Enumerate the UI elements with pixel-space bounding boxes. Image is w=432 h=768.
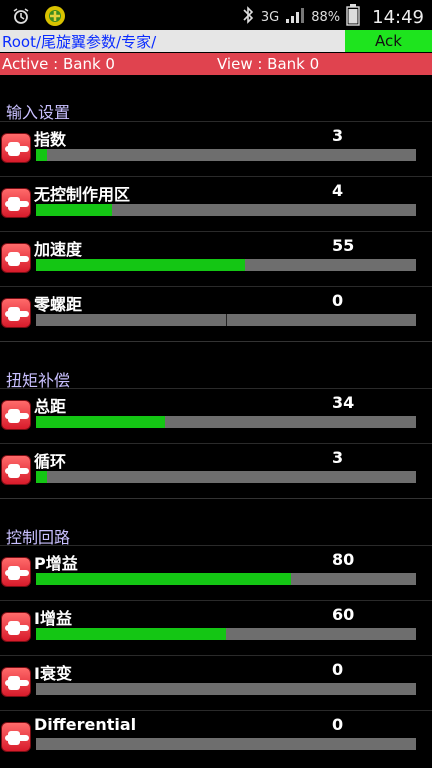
param-slider-fill — [36, 416, 166, 428]
param-row[interactable]: 指数 3 — [0, 121, 432, 176]
param-row[interactable]: I衰变 0 — [0, 655, 432, 710]
plug-icon[interactable] — [1, 243, 31, 273]
status-bar-left — [12, 5, 66, 31]
param-slider[interactable] — [36, 628, 416, 640]
param-value: 0 — [332, 715, 344, 734]
status-bar-right: 3G 88% 14:49 — [241, 4, 424, 30]
row-divider — [0, 710, 432, 711]
param-row[interactable]: 无控制作用区 4 — [0, 176, 432, 231]
row-divider — [0, 443, 432, 444]
plug-icon[interactable] — [1, 188, 31, 218]
view-bank-label: View : Bank 0 — [217, 55, 320, 73]
param-value: 55 — [332, 236, 355, 255]
param-slider[interactable] — [36, 416, 416, 428]
alarm-clock-icon — [12, 7, 30, 29]
bluetooth-icon — [241, 5, 255, 29]
plug-icon[interactable] — [1, 557, 31, 587]
battery-icon — [346, 4, 360, 30]
param-label: 指数 — [34, 130, 67, 149]
row-divider — [0, 545, 432, 546]
section-divider — [0, 498, 432, 499]
status-bar: 3G 88% 14:49 — [0, 0, 432, 30]
param-slider[interactable] — [36, 471, 416, 483]
param-slider-fill — [36, 149, 48, 161]
section-title-input-settings: 输入设置 — [6, 103, 71, 122]
param-slider[interactable] — [36, 149, 416, 161]
clock-time: 14:49 — [372, 6, 424, 28]
plug-icon[interactable] — [1, 133, 31, 163]
plug-icon[interactable] — [1, 298, 31, 328]
param-value: 80 — [332, 550, 355, 569]
param-value: 34 — [332, 393, 355, 412]
param-slider-fill — [36, 628, 226, 640]
plug-icon[interactable] — [1, 667, 31, 697]
param-label: 加速度 — [34, 240, 83, 259]
param-label: 无控制作用区 — [34, 185, 131, 204]
param-value: 60 — [332, 605, 355, 624]
param-row[interactable]: 循环 3 — [0, 443, 432, 498]
param-label: 总距 — [34, 397, 67, 416]
row-divider — [0, 231, 432, 232]
breadcrumb[interactable]: Root/尾旋翼参数/专家/ — [2, 31, 156, 52]
row-divider — [0, 388, 432, 389]
param-row[interactable]: I增益 60 — [0, 600, 432, 655]
param-label: I衰变 — [34, 664, 72, 683]
row-divider — [0, 286, 432, 287]
param-value: 3 — [332, 448, 344, 467]
bank-status-bar: Active : Bank 0 View : Bank 0 — [0, 53, 432, 75]
param-value: 0 — [332, 660, 344, 679]
param-slider[interactable] — [36, 683, 416, 695]
param-row[interactable]: 零螺距 0 — [0, 286, 432, 341]
param-value: 4 — [332, 181, 344, 200]
plug-icon[interactable] — [1, 612, 31, 642]
param-slider[interactable] — [36, 259, 416, 271]
row-divider — [0, 655, 432, 656]
param-slider[interactable] — [36, 314, 416, 326]
param-slider-center-tick — [226, 314, 227, 326]
param-row[interactable]: P增益 80 — [0, 545, 432, 600]
battery-percent: 88% — [311, 9, 341, 25]
network-type: 3G — [260, 9, 280, 25]
plug-icon[interactable] — [1, 722, 31, 752]
param-label: 循环 — [34, 452, 67, 471]
signal-strength-icon — [285, 6, 305, 28]
param-slider-fill — [36, 573, 291, 585]
param-slider-fill — [36, 204, 112, 216]
param-slider[interactable] — [36, 204, 416, 216]
plug-icon[interactable] — [1, 400, 31, 430]
plug-icon[interactable] — [1, 455, 31, 485]
path-bar: Root/尾旋翼参数/专家/ Ack — [0, 30, 432, 52]
param-slider[interactable] — [36, 573, 416, 585]
app-notification-icon — [44, 5, 66, 31]
row-divider — [0, 176, 432, 177]
param-label: P增益 — [34, 554, 78, 573]
param-label: Differential — [34, 715, 137, 734]
param-slider-fill — [36, 259, 245, 271]
ack-button[interactable]: Ack — [345, 30, 432, 52]
param-value: 3 — [332, 126, 344, 145]
active-bank-label: Active : Bank 0 — [2, 55, 115, 73]
param-label: I增益 — [34, 609, 72, 628]
param-row[interactable]: Differential 0 — [0, 710, 432, 765]
row-divider — [0, 121, 432, 122]
param-row[interactable]: 总距 34 — [0, 388, 432, 443]
param-slider-fill — [36, 471, 48, 483]
param-value: 0 — [332, 291, 344, 310]
param-row[interactable]: 加速度 55 — [0, 231, 432, 286]
param-slider[interactable] — [36, 738, 416, 750]
param-label: 零螺距 — [34, 295, 83, 314]
section-divider — [0, 341, 432, 342]
row-divider — [0, 600, 432, 601]
